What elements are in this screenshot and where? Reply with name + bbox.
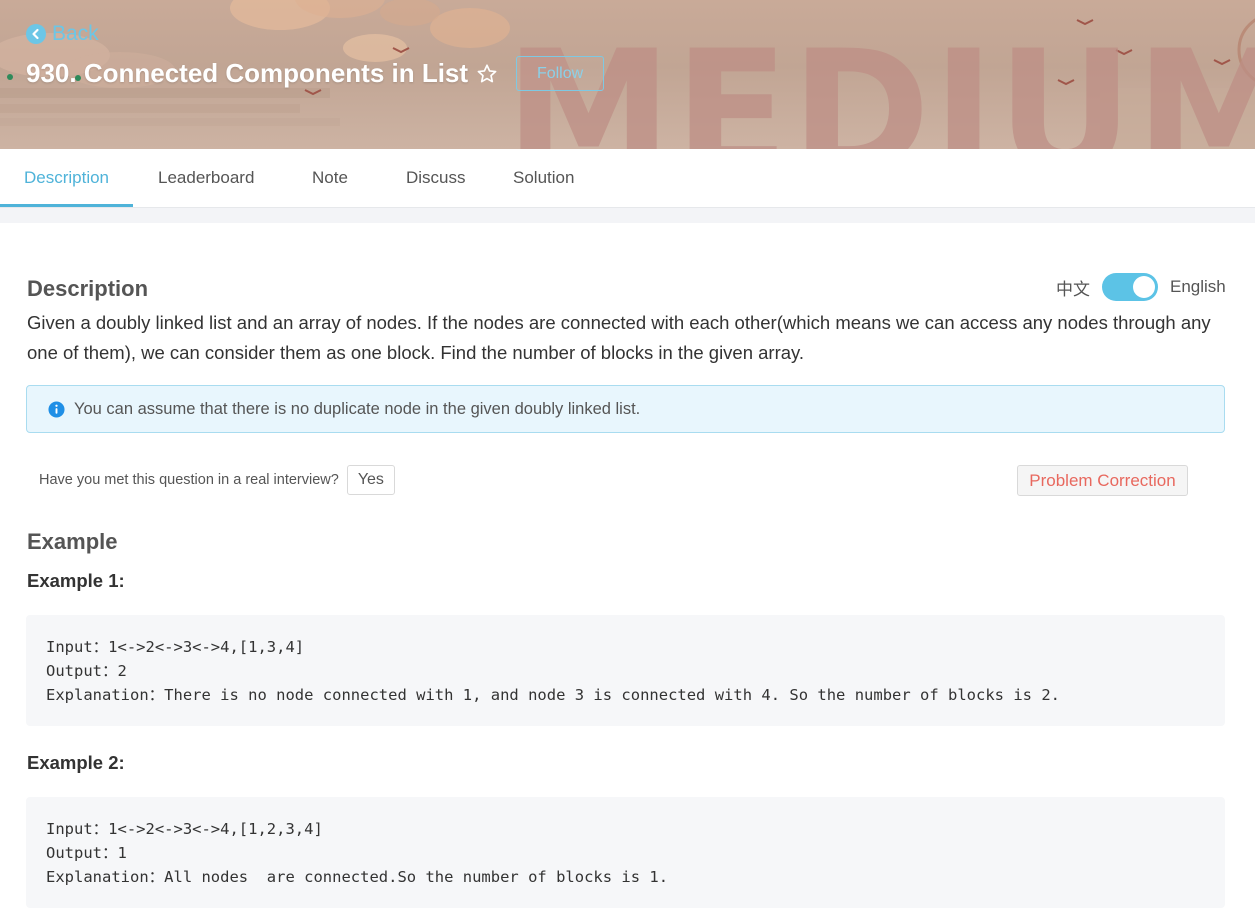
star-outline-icon[interactable] xyxy=(476,63,498,85)
example-2-input: Input：1<->2<->3<->4,[1,2,3,4] xyxy=(46,820,323,838)
page-title: 930. Connected Components in List xyxy=(26,58,469,88)
example-1-input: Input：1<->2<->3<->4,[1,3,4] xyxy=(46,638,305,656)
example-2-explanation: Explanation：All nodes are connected.So t… xyxy=(46,868,669,886)
info-note: You can assume that there is no duplicat… xyxy=(26,385,1225,433)
interview-question-row: Have you met this question in a real int… xyxy=(39,465,395,495)
problem-description: Given a doubly linked list and an array … xyxy=(27,312,1211,363)
lang-en-label: English xyxy=(1170,277,1226,296)
example-1-explanation: Explanation：There is no node connected w… xyxy=(46,686,1061,704)
language-toggle[interactable] xyxy=(1102,273,1158,301)
tab-description[interactable]: Description xyxy=(0,149,133,207)
example-1-code-block: Input：1<->2<->3<->4,[1,3,4] Output：2 Exp… xyxy=(26,615,1225,726)
language-switch: 中文 English xyxy=(1056,273,1226,301)
yes-button[interactable]: Yes xyxy=(346,465,395,495)
tab-divider-strip xyxy=(0,208,1255,223)
example-2-output: Output：1 xyxy=(46,844,127,862)
problem-correction-button[interactable]: Problem Correction xyxy=(1017,465,1188,496)
problem-header-banner: MEDIUM Back 930. Connected Components in… xyxy=(0,0,1255,149)
difficulty-watermark: MEDIUM xyxy=(505,14,1255,149)
description-heading: Description xyxy=(27,276,149,301)
problem-tabs: Description Leaderboard Note Discuss Sol… xyxy=(0,149,1255,208)
interview-question-text: Have you met this question in a real int… xyxy=(39,472,339,488)
example-1-title: Example 1: xyxy=(27,570,125,591)
tab-discuss[interactable]: Discuss xyxy=(406,149,466,207)
info-icon xyxy=(48,400,65,418)
tab-note[interactable]: Note xyxy=(312,149,348,207)
lang-zh-label: 中文 xyxy=(1056,279,1090,299)
example-2-title: Example 2: xyxy=(27,752,125,773)
back-label: Back xyxy=(52,22,99,45)
arrow-left-icon xyxy=(26,24,46,44)
example-1-output: Output：2 xyxy=(46,662,127,680)
tab-leaderboard[interactable]: Leaderboard xyxy=(158,149,254,207)
info-note-text: You can assume that there is no duplicat… xyxy=(74,399,641,418)
example-heading: Example xyxy=(27,529,118,554)
back-link[interactable]: Back xyxy=(26,22,99,46)
tab-solution[interactable]: Solution xyxy=(513,149,574,207)
toggle-knob xyxy=(1133,276,1155,298)
title-row: 930. Connected Components in List Follow xyxy=(26,56,605,91)
example-2-code-block: Input：1<->2<->3<->4,[1,2,3,4] Output：1 E… xyxy=(26,797,1225,908)
follow-button[interactable]: Follow xyxy=(516,56,605,91)
